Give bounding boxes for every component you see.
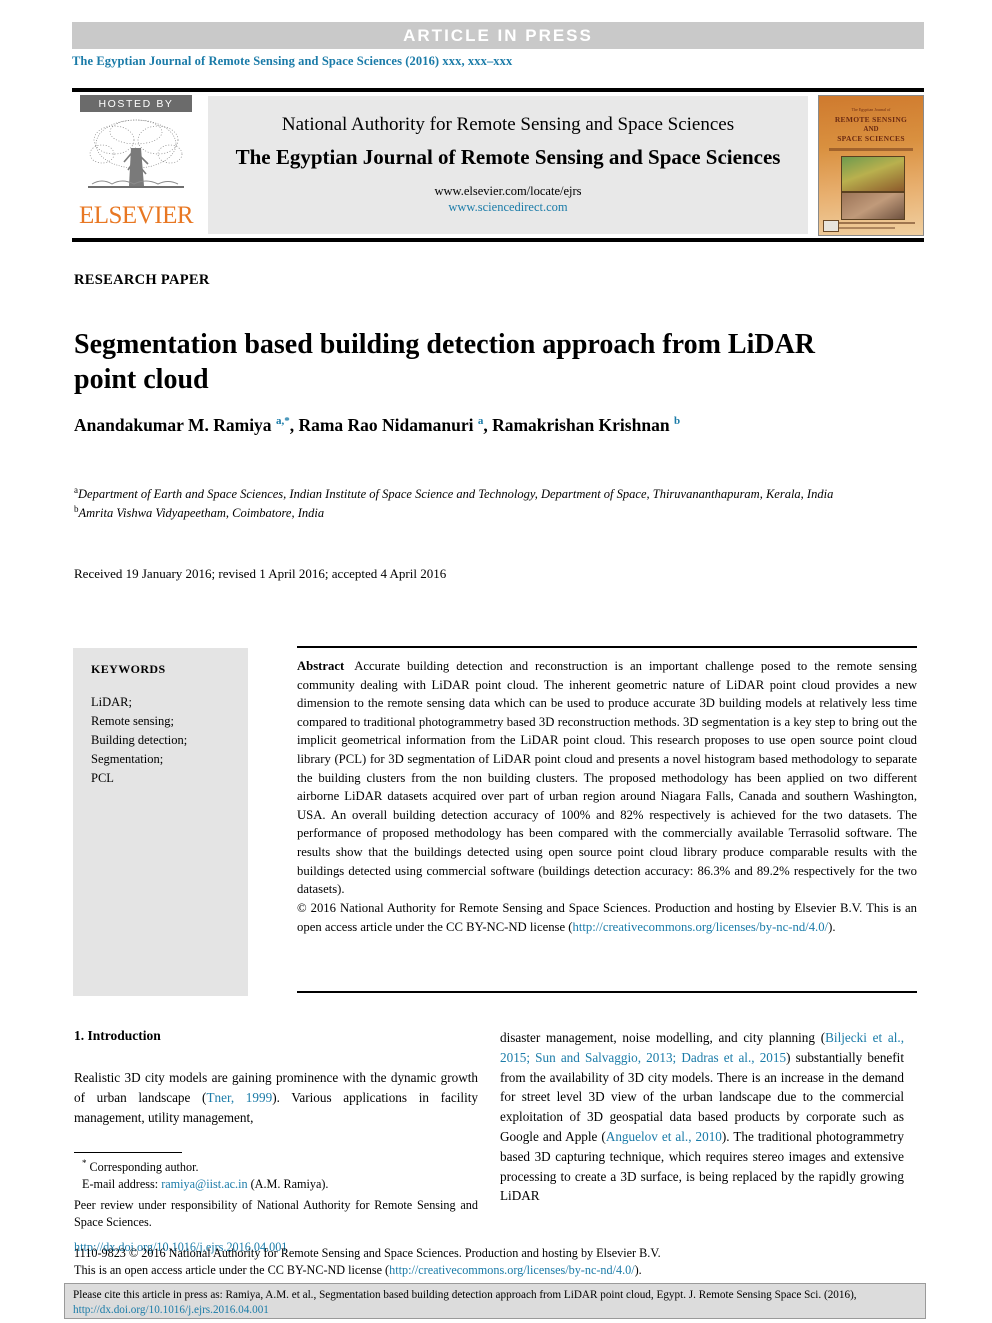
- journal-title: The Egyptian Journal of Remote Sensing a…: [235, 145, 781, 170]
- asterisk-icon: *: [82, 1158, 87, 1168]
- keyword-item: Remote sensing;: [91, 714, 174, 728]
- issn-license-strip: 1110-9823 © 2016 National Authority for …: [74, 1245, 914, 1280]
- cover-line-1: The Egyptian Journal of: [851, 106, 891, 112]
- journal-cover-thumbnail: The Egyptian Journal of REMOTE SENSING A…: [818, 94, 924, 236]
- intro-paragraph-right: disaster management, noise modelling, an…: [500, 1028, 904, 1206]
- license-link[interactable]: http://creativecommons.org/licenses/by-n…: [389, 1263, 635, 1277]
- abstract-text: Accurate building detection and reconstr…: [297, 659, 917, 897]
- journal-title-block: National Authority for Remote Sensing an…: [208, 96, 808, 234]
- abstract-copyright-tail: ).: [828, 919, 836, 934]
- elsevier-locate-url[interactable]: www.elsevier.com/locate/ejrs: [434, 183, 581, 199]
- publisher-logo-block: HOSTED BY ELSEVIER: [72, 92, 200, 238]
- citation-link[interactable]: Tner, 1999: [206, 1090, 272, 1105]
- cover-line-3: AND: [863, 124, 879, 133]
- page-title: Segmentation based building detection ap…: [74, 328, 816, 396]
- elsevier-wordmark: ELSEVIER: [78, 202, 194, 229]
- cite-this-article-box: Please cite this article in press as: Ra…: [64, 1283, 926, 1319]
- abstract-body: Abstract Accurate building detection and …: [297, 648, 917, 936]
- issuing-organization: National Authority for Remote Sensing an…: [281, 114, 735, 136]
- introduction-right-column: disaster management, noise modelling, an…: [500, 1028, 904, 1206]
- keyword-item: Segmentation;: [91, 752, 164, 766]
- affiliations: aDepartment of Earth and Space Sciences,…: [74, 484, 864, 523]
- cover-line-4: SPACE SCIENCES: [837, 133, 905, 143]
- hosted-by-badge: HOSTED BY: [80, 95, 192, 112]
- cover-line-2: REMOTE SENSING: [834, 114, 908, 124]
- keywords-box: KEYWORDS LiDAR; Remote sensing; Building…: [73, 648, 248, 996]
- elsevier-tree-icon: [88, 119, 184, 188]
- intro-paragraph-left: Realistic 3D city models are gaining pro…: [74, 1068, 478, 1127]
- open-access-pre: This is an open access article under the…: [74, 1263, 390, 1278]
- journal-running-head: The Egyptian Journal of Remote Sensing a…: [72, 54, 513, 68]
- email-link[interactable]: ramiya@iist.ac.in: [161, 1177, 247, 1191]
- keyword-item: LiDAR;: [91, 695, 132, 709]
- cite-doi-link[interactable]: http://dx.doi.org/10.1016/j.ejrs.2016.04…: [73, 1304, 269, 1316]
- affiliation-a: aDepartment of Earth and Space Sciences,…: [74, 485, 834, 502]
- keywords-heading: KEYWORDS: [91, 662, 166, 676]
- section-heading-introduction: 1. Introduction: [74, 1028, 161, 1043]
- author-list: Anandakumar M. Ramiya a,*, Rama Rao Nida…: [74, 415, 681, 435]
- journal-urls: www.elsevier.com/locate/ejrs www.science…: [434, 183, 581, 216]
- cover-map-image-1: [841, 155, 905, 192]
- paper-page: ARTICLE IN PRESS The Egyptian Journal of…: [0, 0, 992, 1323]
- article-in-press-label: ARTICLE IN PRESS: [403, 25, 593, 45]
- journal-masthead: HOSTED BY ELSEVIER National Authority fo…: [72, 88, 924, 242]
- cite-text: Please cite this article in press as: Ra…: [73, 1289, 857, 1301]
- cover-barcode-icon: [823, 219, 839, 232]
- footnote-separator-rule: [74, 1152, 182, 1153]
- footnote-email: E-mail address: ramiya@iist.ac.in (A.M. …: [74, 1176, 478, 1193]
- cover-map-image-2: [841, 191, 905, 220]
- corresponding-author-text: Corresponding author.: [89, 1160, 199, 1175]
- email-label: E-mail address:: [82, 1177, 159, 1192]
- footnote-peer-review: Peer review under responsibility of Nati…: [74, 1197, 478, 1230]
- intro-right-text-1: disaster management, noise modelling, an…: [500, 1030, 826, 1045]
- open-access-post: ).: [634, 1263, 642, 1278]
- article-type-label: RESEARCH PAPER: [74, 272, 210, 288]
- abstract-section: Abstract Accurate building detection and …: [297, 646, 917, 936]
- sciencedirect-url[interactable]: www.sciencedirect.com: [434, 199, 581, 215]
- keyword-item: PCL: [91, 771, 114, 785]
- article-in-press-banner: ARTICLE IN PRESS: [72, 22, 924, 49]
- abstract-copyright: © 2016 National Authority for Remote Sen…: [297, 899, 917, 936]
- footnotes-block: * Corresponding author. E-mail address: …: [74, 1152, 478, 1255]
- journal-cover-block: The Egyptian Journal of REMOTE SENSING A…: [812, 94, 924, 236]
- issn-copyright-line: 1110-9823 © 2016 National Authority for …: [74, 1246, 661, 1260]
- abstract-label: Abstract: [297, 659, 345, 673]
- email-owner: (A.M. Ramiya).: [250, 1177, 329, 1192]
- citation-link[interactable]: Anguelov et al., 2010: [606, 1129, 722, 1144]
- keyword-item: Building detection;: [91, 733, 188, 747]
- introduction-left-column: 1. Introduction Realistic 3D city models…: [74, 1028, 478, 1127]
- open-access-line: This is an open access article under the…: [74, 1262, 914, 1279]
- cover-caption-bar: [829, 147, 913, 151]
- article-history: Received 19 January 2016; revised 1 Apri…: [74, 566, 447, 581]
- affiliation-b: bAmrita Vishwa Vidyapeetham, Coimbatore,…: [74, 504, 325, 521]
- cover-footer-rule-1: [827, 221, 915, 224]
- footnote-corresponding-author: * Corresponding author.: [74, 1157, 478, 1176]
- keywords-list: LiDAR; Remote sensing; Building detectio…: [91, 693, 248, 788]
- abstract-bottom-rule: [297, 991, 917, 993]
- license-link[interactable]: http://creativecommons.org/licenses/by-n…: [573, 920, 829, 934]
